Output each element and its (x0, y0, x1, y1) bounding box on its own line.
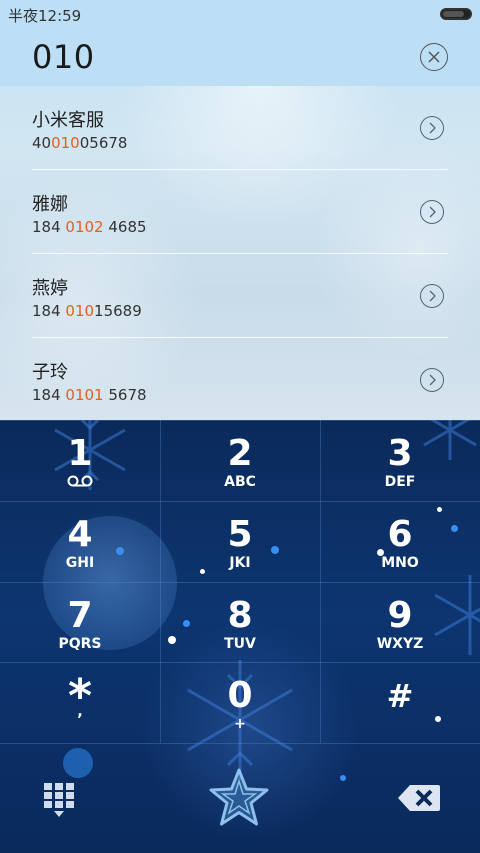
key-letters: WXYZ (376, 636, 424, 652)
dialer-screen: 半夜12:59 010 小米客服 4001005678 雅娜 184 0102 … (0, 0, 480, 853)
contact-row[interactable]: 雅娜 184 0102 4685 (0, 170, 480, 254)
contact-detail-button[interactable] (420, 284, 444, 308)
contact-row[interactable]: 燕婷 184 01015689 (0, 254, 480, 338)
key-digit: 7 (67, 595, 93, 636)
key-1[interactable]: 1 (0, 420, 160, 501)
key-star[interactable]: * , (0, 662, 160, 743)
contact-detail-button[interactable] (420, 368, 444, 392)
contact-detail-button[interactable] (420, 116, 444, 140)
star-call-icon (209, 768, 269, 826)
key-4[interactable]: 4 GHI (0, 501, 160, 582)
key-letters: MNO (381, 555, 419, 571)
status-time: 半夜12:59 (8, 7, 82, 25)
key-letters: PQRS (58, 636, 102, 652)
contact-row[interactable]: 子玲 184 0101 5678 (0, 338, 480, 422)
key-digit: 8 (227, 595, 253, 636)
number-match: 0101 (65, 386, 104, 404)
contact-name: 小米客服 (32, 110, 104, 131)
key-digit: 1 (67, 433, 93, 474)
delete-button[interactable] (396, 783, 442, 813)
call-button[interactable] (208, 767, 270, 829)
key-3[interactable]: 3 DEF (320, 420, 480, 501)
key-hash[interactable]: # (320, 662, 480, 743)
key-digit: 9 (387, 595, 413, 636)
key-digit: 0 (227, 675, 253, 716)
dial-display: 010 (0, 28, 480, 86)
key-letters: TUV (224, 636, 256, 652)
chevron-right-circle-icon (429, 206, 436, 218)
contact-number: 184 01015689 (32, 302, 142, 320)
number-match: 0102 (65, 218, 104, 236)
keypad-toggle-button[interactable] (42, 781, 76, 819)
key-digit: 3 (387, 433, 413, 474)
key-7[interactable]: 7 PQRS (0, 582, 160, 663)
battery-icon (440, 8, 472, 20)
contact-row[interactable]: 小米客服 4001005678 (0, 86, 480, 170)
key-letters: + (234, 716, 246, 732)
key-8[interactable]: 8 TUV (160, 582, 320, 663)
chevron-right-circle-icon (429, 122, 436, 134)
contact-number: 184 0102 4685 (32, 218, 147, 236)
dialer-action-bar (0, 743, 480, 853)
key-6[interactable]: 6 MNO (320, 501, 480, 582)
chevron-right-circle-icon (429, 290, 436, 302)
voicemail-icon (67, 475, 93, 487)
clear-circle-x-icon (428, 51, 440, 63)
status-bar: 半夜12:59 (0, 0, 480, 28)
contact-name: 燕婷 (32, 278, 68, 299)
key-letters: ABC (224, 474, 256, 490)
key-letters: DEF (384, 474, 416, 490)
contact-suggestions: 小米客服 4001005678 雅娜 184 0102 4685 燕婷 184 … (0, 86, 480, 420)
clear-button[interactable] (420, 43, 448, 71)
key-letters: JKI (229, 555, 251, 571)
key-digit: 4 (67, 514, 93, 555)
dialed-number: 010 (32, 38, 95, 76)
keypad-grid-icon (44, 783, 74, 817)
contact-name: 雅娜 (32, 194, 68, 215)
contact-number: 4001005678 (32, 134, 128, 152)
key-2[interactable]: 2 ABC (160, 420, 320, 501)
key-9[interactable]: 9 WXYZ (320, 582, 480, 663)
key-digit: 5 (227, 514, 253, 555)
key-digit: 6 (387, 514, 413, 555)
chevron-right-circle-icon (429, 374, 436, 386)
battery-level (443, 11, 464, 17)
key-5[interactable]: 5 JKI (160, 501, 320, 582)
key-digit: # (386, 677, 414, 715)
key-0[interactable]: 0 + (160, 662, 320, 743)
contact-detail-button[interactable] (420, 200, 444, 224)
backspace-icon (398, 785, 440, 811)
number-match: 010 (65, 302, 95, 320)
contact-name: 子玲 (32, 362, 68, 383)
key-letters: GHI (65, 555, 95, 571)
contact-number: 184 0101 5678 (32, 386, 147, 404)
number-match: 010 (51, 134, 80, 152)
key-letters: , (77, 704, 83, 720)
key-digit: 2 (227, 433, 253, 474)
